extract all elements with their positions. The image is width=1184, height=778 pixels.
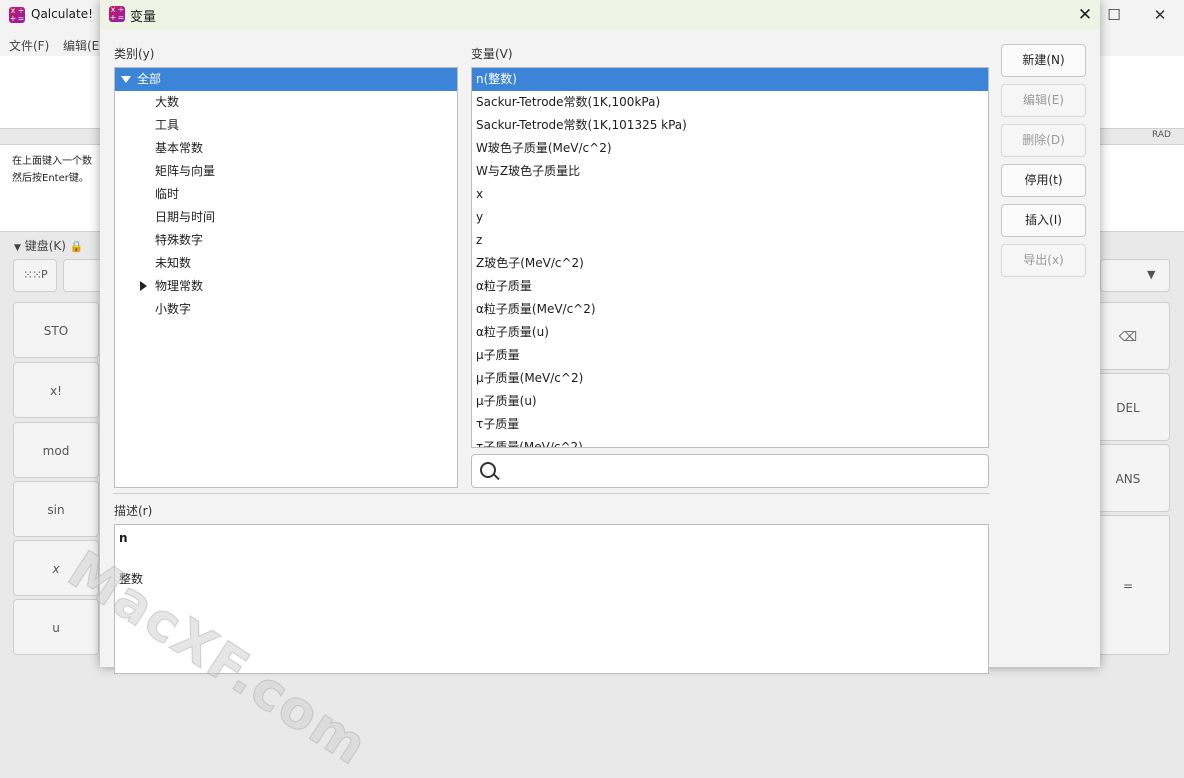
deactivate-button[interactable]: 停用(t)	[1001, 164, 1086, 197]
lock-icon: 🔒	[69, 240, 84, 253]
main-window-title: Qalculate!	[31, 7, 93, 21]
separator	[113, 493, 990, 494]
variable-item[interactable]: y	[472, 206, 988, 229]
keypad-label: P	[41, 268, 48, 281]
search-icon	[480, 462, 496, 478]
variable-item[interactable]: W与Z玻色子质量比	[472, 160, 988, 183]
key-mod[interactable]: mod	[13, 422, 99, 478]
maximize-icon[interactable]: ☐	[1104, 5, 1124, 25]
search-field[interactable]	[502, 460, 976, 484]
angle-mode-label: RAD	[1152, 130, 1171, 140]
edit-button[interactable]: 编辑(E)	[1001, 84, 1086, 117]
keypad-button[interactable]: ⁙⁙ P	[13, 259, 57, 292]
variable-item[interactable]: z	[472, 229, 988, 252]
category-item[interactable]: 基本常数	[115, 137, 457, 160]
search-input[interactable]	[471, 454, 989, 488]
variable-item[interactable]: α粒子质量	[472, 275, 988, 298]
variables-dialog: x ÷ + = 变量 ✕ 类别(y) 变量(V) 全部 大数 工具 基本常数 矩阵与向…	[100, 0, 1100, 674]
dialog-title: 变量	[130, 10, 157, 25]
hint-line-2: 然后按Enter键。	[12, 173, 89, 184]
category-item[interactable]: 特殊数字	[115, 229, 457, 252]
backspace-icon: ⌫	[1118, 330, 1138, 345]
app-icon: x ÷ + =	[109, 5, 125, 22]
menu-file[interactable]: 文件(F)	[9, 37, 49, 54]
key-sin[interactable]: sin	[13, 481, 99, 537]
expanded-arrow-icon	[121, 76, 131, 83]
description-name: n	[119, 531, 128, 545]
hint-text: 在上面键入一个数 然后按Enter键。	[12, 153, 102, 187]
description-label: 描述(r)	[114, 504, 153, 518]
variable-item[interactable]: μ子质量(MeV/c^2)	[472, 367, 988, 390]
variable-item[interactable]: Z玻色子(MeV/c^2)	[472, 252, 988, 275]
close-icon[interactable]: ✕	[1150, 5, 1170, 25]
keypad-icon: ⁙⁙	[23, 268, 42, 282]
collapsed-arrow-icon[interactable]	[140, 281, 147, 291]
variable-item[interactable]: μ子质量(u)	[472, 390, 988, 413]
keyboard-toggle[interactable]: ▼ 键盘(K) 🔒	[14, 237, 84, 254]
variable-item[interactable]: Sackur-Tetrode常数(1K,100kPa)	[472, 91, 988, 114]
app-icon: x ÷ + =	[9, 6, 25, 23]
variable-item[interactable]: μ子质量	[472, 344, 988, 367]
category-item[interactable]: 日期与时间	[115, 206, 457, 229]
keyboard-label: 键盘(K)	[24, 239, 66, 253]
variable-item[interactable]: n(整数)	[472, 68, 988, 91]
mode-button[interactable]	[63, 259, 103, 292]
key-sto[interactable]: STO	[13, 302, 99, 358]
variables-label: 变量(V)	[471, 47, 513, 61]
export-button[interactable]: 导出(x)	[1001, 244, 1086, 277]
variable-item[interactable]: α粒子质量(u)	[472, 321, 988, 344]
close-icon[interactable]: ✕	[1073, 3, 1097, 27]
variable-item[interactable]: W玻色子质量(MeV/c^2)	[472, 137, 988, 160]
variable-item[interactable]: x	[472, 183, 988, 206]
variable-item[interactable]: Sackur-Tetrode常数(1K,101325 kPa)	[472, 114, 988, 137]
category-item-physical-constants[interactable]: 物理常数	[115, 275, 457, 298]
category-item[interactable]: 小数字	[115, 298, 457, 321]
key-factorial[interactable]: x!	[13, 362, 99, 418]
hint-line-1: 在上面键入一个数	[12, 156, 92, 167]
delete-button[interactable]: 删除(D)	[1001, 124, 1086, 157]
variable-item[interactable]: α粒子质量(MeV/c^2)	[472, 298, 988, 321]
variable-item[interactable]: τ子质量	[472, 413, 988, 436]
category-label: 物理常数	[155, 279, 204, 293]
dialog-titlebar	[100, 0, 1100, 30]
category-label: 全部	[137, 72, 162, 86]
insert-button[interactable]: 插入(I)	[1001, 204, 1086, 237]
new-button[interactable]: 新建(N)	[1001, 44, 1086, 77]
chevron-down-icon: ▼	[1147, 268, 1156, 281]
category-item[interactable]: 临时	[115, 183, 457, 206]
variable-list[interactable]: n(整数) Sackur-Tetrode常数(1K,100kPa) Sackur…	[471, 67, 989, 448]
categories-label: 类别(y)	[114, 47, 155, 61]
category-item[interactable]: 未知数	[115, 252, 457, 275]
variable-item[interactable]: τ子质量(MeV/c^2)	[472, 436, 988, 447]
category-item[interactable]: 工具	[115, 114, 457, 137]
category-item[interactable]: 矩阵与向量	[115, 160, 457, 183]
category-tree[interactable]: 全部 大数 工具 基本常数 矩阵与向量 临时 日期与时间 特殊数字 未知数 物理…	[114, 67, 458, 488]
category-item-all[interactable]: 全部	[115, 68, 457, 91]
category-item[interactable]: 大数	[115, 91, 457, 114]
menu-edit[interactable]: 编辑(E	[63, 37, 99, 54]
base-dropdown[interactable]: ▼	[1100, 259, 1170, 292]
chevron-down-icon: ▼	[14, 243, 21, 253]
